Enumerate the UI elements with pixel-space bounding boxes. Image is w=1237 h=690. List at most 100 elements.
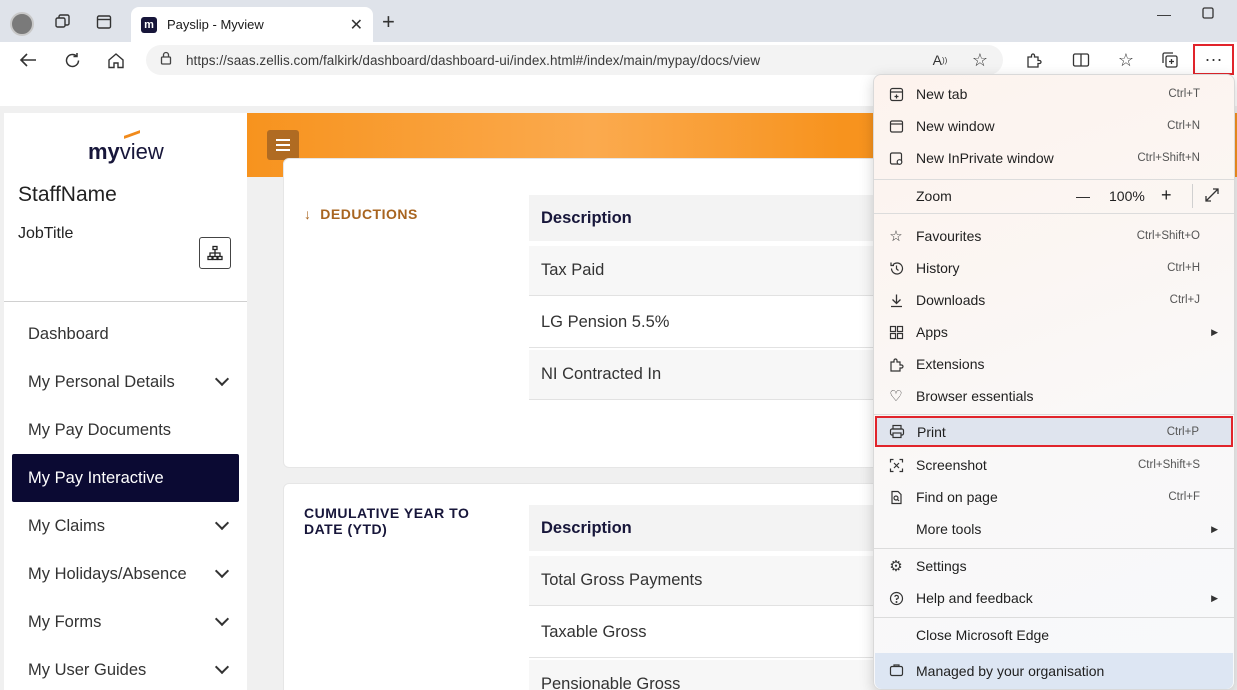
deductions-card: ↓ DEDUCTIONS Description Tax Paid LG Pen… xyxy=(283,158,923,468)
sidebar-item-claims[interactable]: My Claims xyxy=(12,502,239,550)
menu-item-help-and-feedback[interactable]: Help and feedback ▶ xyxy=(874,582,1234,614)
submenu-arrow-icon: ▶ xyxy=(1211,326,1218,337)
menu-separator xyxy=(874,179,1234,180)
arrow-down-icon: ↓ xyxy=(304,206,312,222)
new-window-icon xyxy=(886,116,906,136)
download-icon xyxy=(886,290,906,310)
org-chart-button[interactable] xyxy=(199,237,231,269)
maximize-icon[interactable] xyxy=(1202,6,1214,22)
new-tab-icon xyxy=(886,84,906,104)
home-icon[interactable] xyxy=(104,48,128,72)
history-icon xyxy=(886,258,906,278)
full-screen-icon[interactable] xyxy=(1204,187,1220,206)
chevron-down-icon[interactable] xyxy=(214,611,230,627)
sidebar-item-user-guides[interactable]: My User Guides xyxy=(12,646,239,690)
menu-item-settings[interactable]: ⚙ Settings xyxy=(874,550,1234,582)
menu-item-new-tab[interactable]: New tab Ctrl+T xyxy=(874,78,1234,110)
apps-icon xyxy=(886,322,906,342)
org-chart-icon xyxy=(207,245,223,261)
job-title: JobTitle xyxy=(18,225,74,242)
table-header: Description xyxy=(529,505,889,551)
extensions-icon xyxy=(886,354,906,374)
sidebar-item-forms[interactable]: My Forms xyxy=(12,598,239,646)
address-bar-row: https://saas.zellis.com/falkirk/dashboar… xyxy=(0,42,1237,78)
sidebar-item-pay-interactive[interactable]: My Pay Interactive xyxy=(12,454,239,502)
submenu-arrow-icon: ▶ xyxy=(1211,592,1218,603)
table-row: Tax Paid xyxy=(529,246,889,296)
screenshot-icon xyxy=(886,455,906,475)
url-text[interactable]: https://saas.zellis.com/falkirk/dashboar… xyxy=(186,53,760,68)
tab-payslip[interactable]: m Payslip - Myview ✕ xyxy=(131,7,373,42)
menu-separator xyxy=(874,414,1234,415)
menu-item-close-edge[interactable]: Close Microsoft Edge xyxy=(874,619,1234,651)
staff-name: StaffName xyxy=(18,183,117,206)
submenu-arrow-icon: ▶ xyxy=(1211,523,1218,534)
settings-and-more-menu: New tab Ctrl+T New window Ctrl+N New InPri… xyxy=(873,74,1235,690)
new-tab-icon[interactable]: + xyxy=(382,11,395,33)
back-arrow-icon[interactable] xyxy=(16,48,40,72)
zoom-in-icon[interactable]: + xyxy=(1161,185,1172,206)
favourite-star-icon[interactable]: ☆ xyxy=(968,48,992,72)
find-icon xyxy=(886,487,906,507)
menu-separator xyxy=(874,548,1234,549)
settings-and-more-button[interactable]: ··· xyxy=(1193,44,1234,75)
menu-item-zoom: Zoom — 100% + xyxy=(874,181,1234,211)
read-aloud-icon[interactable]: A)) xyxy=(928,48,952,72)
table-row: LG Pension 5.5% xyxy=(529,298,889,348)
deductions-title: ↓ DEDUCTIONS xyxy=(304,206,418,222)
menu-item-downloads[interactable]: Downloads Ctrl+J xyxy=(874,284,1234,316)
heart-pulse-icon: ♡ xyxy=(889,388,903,405)
menu-item-history[interactable]: History Ctrl+H xyxy=(874,252,1234,284)
lock-icon[interactable] xyxy=(160,51,172,70)
briefcase-icon xyxy=(889,663,904,682)
menu-toggle-button[interactable] xyxy=(267,130,299,160)
ytd-title: CUMULATIVE YEAR TO DATE (YTD) xyxy=(304,505,470,537)
menu-item-new-inprivate-window[interactable]: New InPrivate window Ctrl+Shift+N xyxy=(874,142,1234,174)
menu-item-screenshot[interactable]: Screenshot Ctrl+Shift+S xyxy=(874,449,1234,481)
table-row: NI Contracted In xyxy=(529,350,889,400)
menu-item-apps[interactable]: Apps ▶ xyxy=(874,316,1234,348)
menu-item-extensions[interactable]: Extensions xyxy=(874,348,1234,380)
sidebar-item-dashboard[interactable]: Dashboard xyxy=(12,310,239,358)
zoom-out-icon[interactable]: — xyxy=(1076,188,1090,204)
menu-item-new-window[interactable]: New window Ctrl+N xyxy=(874,110,1234,142)
chevron-down-icon[interactable] xyxy=(214,515,230,531)
ytd-card: CUMULATIVE YEAR TO DATE (YTD) Description… xyxy=(283,483,923,690)
sidebar-item-holidays-absence[interactable]: My Holidays/Absence xyxy=(12,550,239,598)
sidebar-item-pay-documents[interactable]: My Pay Documents xyxy=(12,406,239,454)
zoom-divider xyxy=(1192,184,1193,208)
managed-by-organisation[interactable]: Managed by your organisation xyxy=(875,653,1233,689)
favourites-icon: ☆ xyxy=(889,228,903,245)
profile-avatar[interactable] xyxy=(10,12,34,36)
refresh-icon[interactable] xyxy=(60,48,84,72)
managed-label: Managed by your organisation xyxy=(916,663,1105,679)
menu-item-more-tools[interactable]: More tools ▶ xyxy=(874,513,1234,545)
address-bar[interactable]: https://saas.zellis.com/falkirk/dashboar… xyxy=(146,45,1003,75)
help-icon xyxy=(886,588,906,608)
menu-item-find-on-page[interactable]: Find on page Ctrl+F xyxy=(874,481,1234,513)
collections-icon[interactable] xyxy=(1158,48,1182,72)
myview-logo[interactable]: myview xyxy=(88,139,164,165)
workspaces-icon[interactable] xyxy=(50,10,74,34)
chevron-down-icon[interactable] xyxy=(214,563,230,579)
printer-icon xyxy=(887,422,907,442)
table-row: Total Gross Payments xyxy=(529,556,889,606)
sidebar: myview StaffName JobTitle Dashboard My P… xyxy=(4,113,247,690)
tab-title: Payslip - Myview xyxy=(167,17,264,32)
table-header: Description xyxy=(529,195,889,241)
menu-item-favourites[interactable]: ☆ Favourites Ctrl+Shift+O xyxy=(874,220,1234,252)
vertical-tabs-icon[interactable] xyxy=(92,10,116,34)
table-row: Taxable Gross xyxy=(529,608,889,658)
menu-item-print[interactable]: Print Ctrl+P xyxy=(875,416,1233,447)
close-tab-icon[interactable]: ✕ xyxy=(350,15,363,35)
chevron-down-icon[interactable] xyxy=(214,659,230,675)
favourites-list-icon[interactable]: ☆ xyxy=(1114,48,1138,72)
browser-title-bar: m Payslip - Myview ✕ + — xyxy=(0,0,1237,42)
menu-separator xyxy=(874,617,1234,618)
menu-item-browser-essentials[interactable]: ♡ Browser essentials xyxy=(874,380,1234,412)
chevron-down-icon[interactable] xyxy=(214,371,230,387)
split-screen-icon[interactable] xyxy=(1069,48,1093,72)
extensions-puzzle-icon[interactable] xyxy=(1022,48,1046,72)
minimize-icon[interactable]: — xyxy=(1157,6,1171,22)
sidebar-item-personal-details[interactable]: My Personal Details xyxy=(12,358,239,406)
